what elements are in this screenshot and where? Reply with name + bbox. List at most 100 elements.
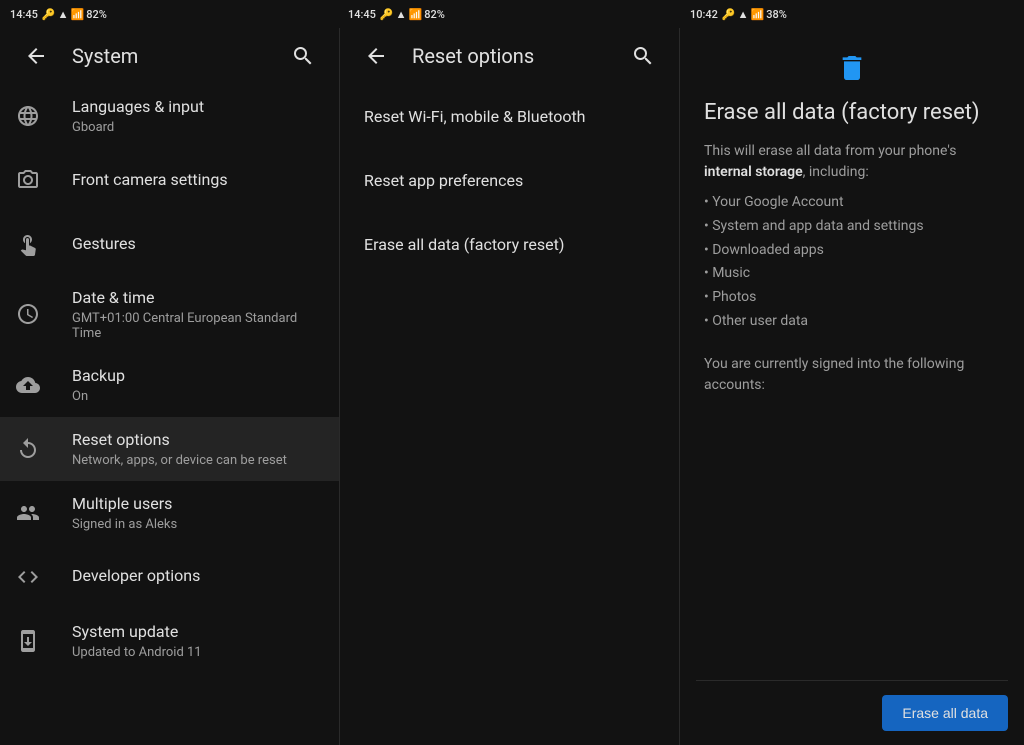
sidebar-item-front-camera[interactable]: Front camera settings	[0, 148, 339, 212]
gestures-icon	[16, 232, 40, 256]
back-arrow-icon	[24, 44, 48, 68]
key-icon-m: 🔑	[380, 8, 394, 21]
status-bar-left: 14:45 🔑 ▲ 📶 82%	[0, 8, 340, 21]
status-icons-right: 🔑 ▲ 📶 38%	[722, 8, 787, 21]
users-label: Multiple users	[72, 494, 323, 515]
erase-description: This will erase all data from your phone…	[704, 141, 1000, 183]
sidebar-item-system-update[interactable]: System update Updated to Android 11	[0, 609, 339, 673]
search-icon-left	[291, 44, 315, 68]
reset-label: Reset options	[72, 430, 323, 451]
time-left: 14:45	[10, 8, 38, 21]
date-time-text: Date & time GMT+01:00 Central European S…	[72, 288, 323, 341]
users-sublabel: Signed in as Aleks	[72, 517, 323, 532]
users-icon	[16, 501, 40, 525]
languages-label: Languages & input	[72, 97, 323, 118]
languages-sublabel: Gboard	[72, 120, 323, 135]
panel-erase-data: Erase all data (factory reset) This will…	[680, 28, 1024, 745]
list-item-google: • Your Google Account	[704, 191, 1000, 215]
wifi-icon: ▲	[58, 8, 69, 21]
erase-desc-part2: , including:	[803, 164, 869, 180]
key-icon: 🔑	[42, 8, 56, 21]
erase-desc-part1: This will erase all data from your phone…	[704, 143, 956, 159]
date-time-label: Date & time	[72, 288, 323, 309]
time-middle: 14:45	[348, 8, 376, 21]
sidebar-item-reset[interactable]: Reset options Network, apps, or device c…	[0, 417, 339, 481]
status-bar-right: 10:42 🔑 ▲ 📶 38%	[680, 8, 1024, 21]
accounts-text: You are currently signed into the follow…	[704, 354, 1000, 396]
language-icon	[16, 104, 40, 128]
sidebar-item-languages[interactable]: Languages & input Gboard	[0, 84, 339, 148]
list-item-apps: • Downloaded apps	[704, 239, 1000, 263]
list-item-music: • Music	[704, 262, 1000, 286]
reset-sublabel: Network, apps, or device can be reset	[72, 453, 323, 468]
front-camera-label: Front camera settings	[72, 170, 323, 191]
erase-all-data-button[interactable]: Erase all data	[882, 695, 1008, 731]
backup-text: Backup On	[72, 366, 323, 404]
battery-middle: 82%	[424, 8, 445, 21]
key-icon-r: 🔑	[722, 8, 736, 21]
users-text: Multiple users Signed in as Aleks	[72, 494, 323, 532]
system-title: System	[72, 44, 267, 68]
reset-icon	[16, 437, 40, 461]
languages-text: Languages & input Gboard	[72, 97, 323, 135]
list-item-system: • System and app data and settings	[704, 215, 1000, 239]
signal-icon: 📶	[71, 8, 85, 21]
sidebar-item-date-time[interactable]: Date & time GMT+01:00 Central European S…	[0, 276, 339, 353]
status-icons-middle: 🔑 ▲ 📶 82%	[380, 8, 445, 21]
camera-front-icon	[16, 168, 40, 192]
panel-system: System Languages & input Gboard Front ca…	[0, 28, 340, 745]
reset-text: Reset options Network, apps, or device c…	[72, 430, 323, 468]
main-content: System Languages & input Gboard Front ca…	[0, 28, 1024, 745]
back-arrow-icon-middle	[364, 44, 388, 68]
developer-text: Developer options	[72, 566, 323, 587]
battery-right: 38%	[766, 8, 787, 21]
wifi-icon-r: ▲	[738, 8, 749, 21]
update-icon	[16, 629, 40, 653]
system-update-sublabel: Updated to Android 11	[72, 645, 323, 660]
reset-wifi-label: Reset Wi-Fi, mobile & Bluetooth	[364, 107, 585, 126]
sidebar-item-gestures[interactable]: Gestures	[0, 212, 339, 276]
backup-icon	[16, 373, 40, 397]
factory-reset-label: Erase all data (factory reset)	[364, 235, 564, 254]
time-right: 10:42	[690, 8, 718, 21]
developer-label: Developer options	[72, 566, 323, 587]
list-item-other: • Other user data	[704, 310, 1000, 334]
search-icon-middle	[631, 44, 655, 68]
sidebar-item-developer[interactable]: Developer options	[0, 545, 339, 609]
developer-icon	[16, 565, 40, 589]
date-time-sublabel: GMT+01:00 Central European Standard Time	[72, 311, 323, 341]
erase-content: Erase all data (factory reset) This will…	[680, 28, 1024, 680]
trash-icon	[836, 52, 868, 84]
reset-wifi-item[interactable]: Reset Wi-Fi, mobile & Bluetooth	[340, 84, 679, 148]
backup-sublabel: On	[72, 389, 323, 404]
sidebar-item-backup[interactable]: Backup On	[0, 353, 339, 417]
status-icons-left: 🔑 ▲ 📶 82%	[42, 8, 107, 21]
backup-label: Backup	[72, 366, 323, 387]
battery-left: 82%	[86, 8, 107, 21]
system-update-label: System update	[72, 622, 323, 643]
reset-app-prefs-item[interactable]: Reset app preferences	[340, 148, 679, 212]
panel-reset-header: Reset options	[340, 28, 679, 84]
search-button-left[interactable]	[283, 36, 323, 76]
gestures-label: Gestures	[72, 234, 323, 255]
back-button[interactable]	[16, 36, 56, 76]
erase-list: • Your Google Account • System and app d…	[704, 191, 1000, 334]
gestures-text: Gestures	[72, 234, 323, 255]
reset-title: Reset options	[412, 44, 607, 68]
signal-icon-m: 📶	[409, 8, 423, 21]
reset-app-prefs-label: Reset app preferences	[364, 171, 523, 190]
front-camera-text: Front camera settings	[72, 170, 323, 191]
status-bar-middle: 14:45 🔑 ▲ 📶 82%	[340, 8, 680, 21]
bottom-bar: Erase all data	[680, 681, 1024, 745]
signal-icon-r: 📶	[751, 8, 765, 21]
erase-desc-bold: internal storage	[704, 164, 803, 180]
wifi-icon-m: ▲	[396, 8, 407, 21]
time-icon	[16, 302, 40, 326]
erase-title: Erase all data (factory reset)	[704, 100, 1000, 125]
factory-reset-item[interactable]: Erase all data (factory reset)	[340, 212, 679, 276]
sidebar-item-users[interactable]: Multiple users Signed in as Aleks	[0, 481, 339, 545]
search-button-middle[interactable]	[623, 36, 663, 76]
system-update-text: System update Updated to Android 11	[72, 622, 323, 660]
back-button-middle[interactable]	[356, 36, 396, 76]
trash-icon-container	[704, 52, 1000, 84]
